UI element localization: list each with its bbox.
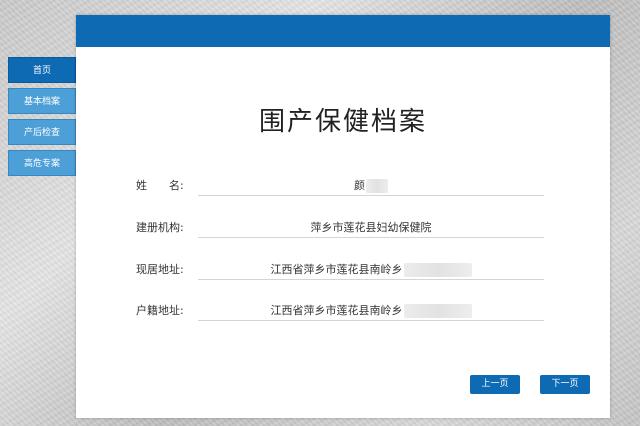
field-value: 颜: [198, 177, 544, 193]
field-row-institution: 建册机构: 萍乡市莲花县妇幼保健院: [76, 215, 610, 239]
field-value: 江西省萍乡市莲花县南岭乡: [198, 261, 544, 277]
redaction-block: [403, 304, 472, 318]
next-page-button[interactable]: 下一页: [540, 375, 590, 394]
field-label: 现居地址:: [136, 263, 184, 276]
field-value: 江西省萍乡市莲花县南岭乡: [198, 302, 544, 318]
sidebar-item-basic-records[interactable]: 基本档案: [8, 88, 76, 114]
field-value: 萍乡市莲花县妇幼保健院: [198, 219, 544, 235]
field-value-box: 颜: [198, 173, 544, 196]
field-row-registered-address: 户籍地址: 江西省萍乡市莲花县南岭乡: [76, 298, 610, 322]
sidebar-nav: 首页 基本档案 产后检查 高危专案: [8, 57, 76, 181]
page-title: 围产保健档案: [258, 107, 427, 137]
field-value-text: 萍乡市莲花县妇幼保健院: [310, 221, 432, 234]
field-value-text: 颜: [354, 179, 365, 192]
field-label: 户籍地址:: [136, 304, 184, 317]
field-label: 建册机构:: [136, 221, 184, 234]
record-panel: 围产保健档案 姓 名: 颜 建册机构: 萍乡市莲花县妇幼保健院 现居地址: 江西…: [76, 15, 610, 418]
field-value-box: 江西省萍乡市莲花县南岭乡: [198, 298, 544, 321]
field-value-text: 江西省萍乡市莲花县南岭乡: [270, 263, 403, 276]
sidebar-item-home[interactable]: 首页: [8, 57, 76, 83]
panel-header-bar: [76, 15, 610, 47]
redaction-block: [366, 179, 388, 193]
field-value-box: 江西省萍乡市莲花县南岭乡: [198, 257, 544, 280]
field-label: 姓 名:: [136, 179, 184, 192]
sidebar-item-postpartum-check[interactable]: 产后检查: [8, 119, 76, 145]
field-row-name: 姓 名: 颜: [76, 173, 610, 197]
field-row-current-address: 现居地址: 江西省萍乡市莲花县南岭乡: [76, 257, 610, 281]
field-value-text: 江西省萍乡市莲花县南岭乡: [270, 304, 403, 317]
field-value-box: 萍乡市莲花县妇幼保健院: [198, 215, 544, 238]
redaction-block: [403, 263, 472, 277]
sidebar-item-high-risk[interactable]: 高危专案: [8, 150, 76, 176]
prev-page-button[interactable]: 上一页: [470, 375, 520, 394]
